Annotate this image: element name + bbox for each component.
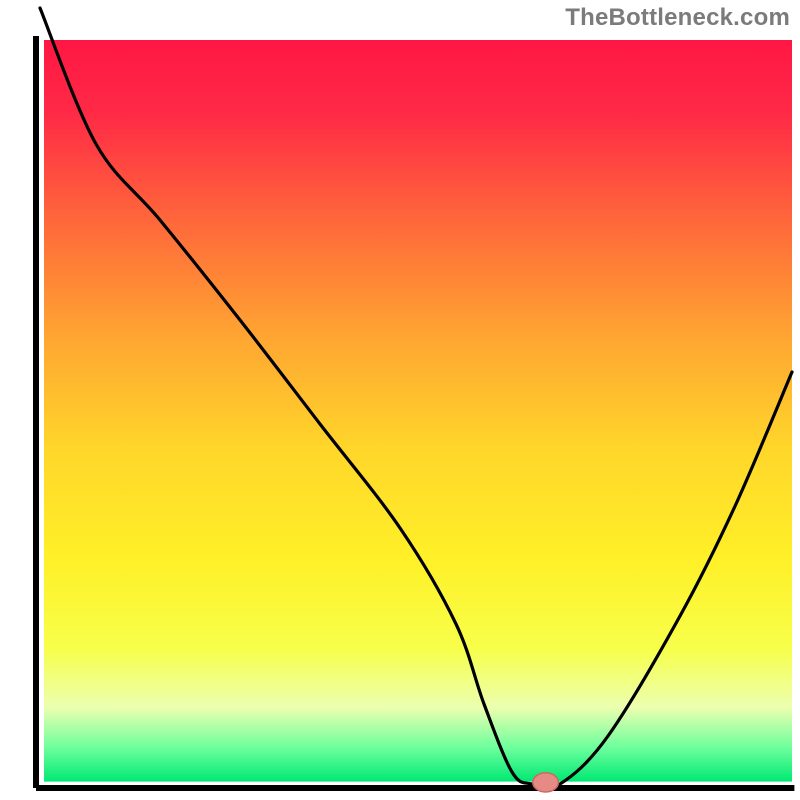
plot-background — [44, 40, 792, 782]
optimal-point-marker — [533, 773, 559, 792]
bottleneck-plot — [0, 0, 800, 800]
watermark-text: TheBottleneck.com — [565, 4, 790, 32]
chart-stage: TheBottleneck.com — [0, 0, 800, 800]
